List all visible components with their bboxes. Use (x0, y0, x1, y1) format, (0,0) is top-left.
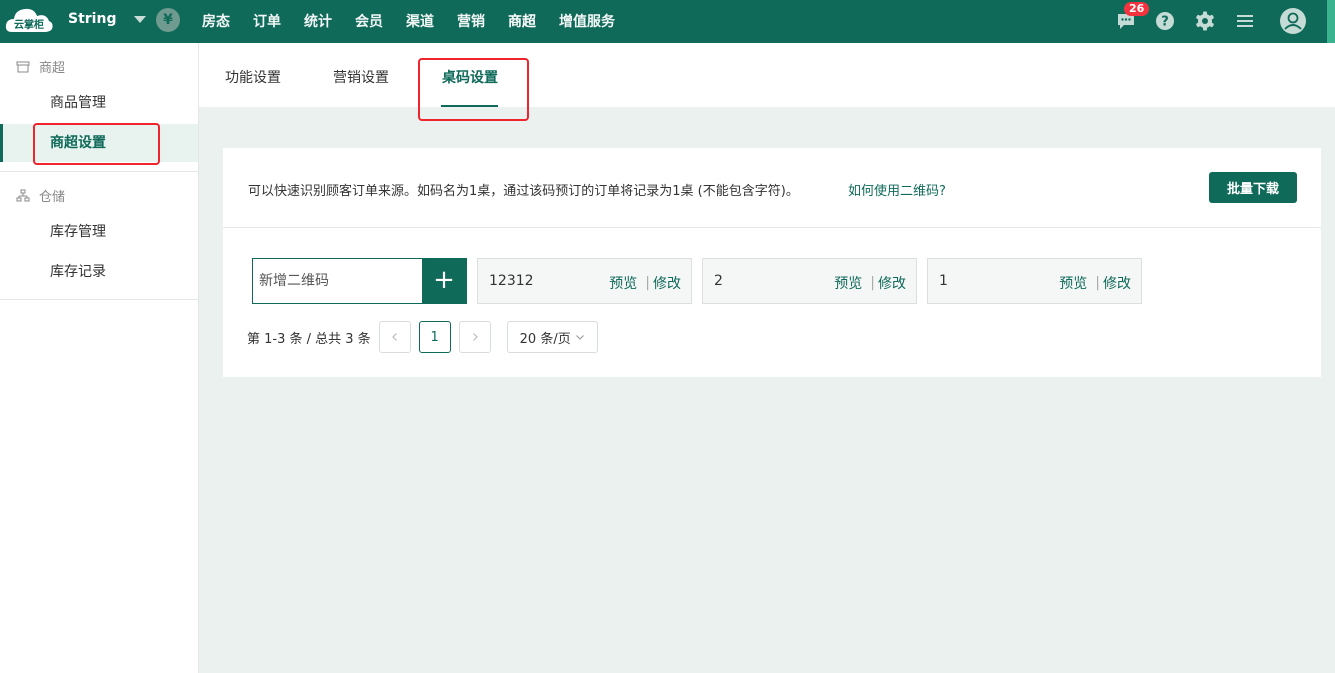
svg-text:?: ? (1161, 15, 1169, 30)
table-code-hint: 可以快速识别顾客订单来源。如码名为1桌，通过该码预订的订单将记录为1桌 (不能包… (248, 184, 799, 199)
sidebar-item-product-management[interactable]: 商品管理 (0, 84, 198, 122)
tab-marketing-settings[interactable]: 营销设置 (333, 67, 389, 87)
chevron-left-icon (391, 333, 397, 341)
batch-download-button[interactable]: 批量下载 (1209, 172, 1297, 203)
qr-code-item: 12312 预览 | 修改 (477, 258, 692, 304)
action-separator: | (870, 275, 875, 291)
currency-icon[interactable]: ¥ (156, 8, 180, 32)
preview-link[interactable]: 预览 (609, 273, 637, 293)
user-avatar-icon[interactable] (1279, 7, 1307, 35)
action-separator: | (1095, 275, 1100, 291)
qr-code-actions: 预览 | 修改 (1059, 273, 1131, 293)
store-icon (16, 61, 30, 72)
prev-page-button[interactable] (378, 321, 411, 353)
card-header: 可以快速识别顾客订单来源。如码名为1桌，通过该码预订的订单将记录为1桌 (不能包… (223, 148, 1321, 228)
qr-code-item: 1 预览 | 修改 (927, 258, 1142, 304)
page-size-value: 20 条/页 (519, 331, 571, 347)
qr-code-actions: 预览 | 修改 (609, 273, 681, 293)
sidebar-group-warehouse: 仓储 (15, 186, 65, 205)
sidebar-group-title: 仓储 (39, 190, 66, 205)
help-icon[interactable]: ? (1154, 10, 1176, 32)
edit-link[interactable]: 修改 (1103, 273, 1131, 293)
next-page-button[interactable] (458, 321, 491, 353)
message-count-badge: 26 (1124, 2, 1150, 16)
brand-logo[interactable]: 云掌柜 (4, 4, 54, 36)
nav-item-members[interactable]: 会员 (355, 11, 383, 31)
sidebar-divider (0, 299, 198, 300)
qr-code-item: 2 预览 | 修改 (702, 258, 917, 304)
store-switcher[interactable]: String (68, 11, 147, 27)
add-qr-code-button[interactable]: + (422, 259, 466, 303)
sidebar-group-supermarket: 商超 (15, 57, 65, 76)
qr-help-link[interactable]: 如何使用二维码? (848, 180, 946, 199)
menu-icon[interactable] (1234, 10, 1256, 32)
sidebar-group-title: 商超 (39, 61, 66, 76)
main-nav: 房态 订单 统计 会员 渠道 营销 商超 增值服务 (202, 11, 638, 31)
edit-link[interactable]: 修改 (653, 273, 681, 293)
page-size-select[interactable]: 20 条/页 (506, 321, 598, 353)
side-panel-tab[interactable] (1327, 0, 1335, 43)
brand-logo-text: 云掌柜 (14, 18, 44, 31)
sidebar-item-inventory-management[interactable]: 库存管理 (0, 213, 198, 251)
warehouse-icon (16, 189, 30, 201)
add-qr-code-box: + (252, 258, 467, 304)
sidebar-item-inventory-records[interactable]: 库存记录 (0, 253, 198, 291)
gear-icon[interactable] (1194, 10, 1216, 32)
sidebar-item-supermarket-settings[interactable]: 商超设置 (0, 124, 198, 162)
qr-code-name: 2 (714, 273, 723, 289)
settings-tabs: 功能设置 营销设置 桌码设置 (199, 43, 1335, 107)
qr-code-name: 1 (939, 273, 948, 289)
top-bar: 云掌柜 String ¥ 房态 订单 统计 会员 渠道 营销 商超 增值服务 2… (0, 0, 1335, 43)
preview-link[interactable]: 预览 (1059, 273, 1087, 293)
nav-item-orders[interactable]: 订单 (253, 11, 281, 31)
sidebar-divider (0, 171, 198, 172)
nav-item-statistics[interactable]: 统计 (304, 11, 332, 31)
sidebar: 商超 商品管理 商超设置 仓储 库存管理 库存记录 (0, 43, 199, 673)
pagination: 第 1-3 条 / 总共 3 条 1 20 条/页 (247, 321, 598, 353)
nav-item-supermarket[interactable]: 商超 (508, 11, 536, 31)
nav-item-room-status[interactable]: 房态 (202, 11, 230, 31)
table-code-card: 可以快速识别顾客订单来源。如码名为1桌，通过该码预订的订单将记录为1桌 (不能包… (223, 148, 1321, 377)
edit-link[interactable]: 修改 (878, 273, 906, 293)
nav-item-marketing[interactable]: 营销 (457, 11, 485, 31)
nav-item-value-added[interactable]: 增值服务 (559, 11, 615, 31)
pagination-summary: 第 1-3 条 / 总共 3 条 (247, 331, 371, 347)
qr-code-name: 12312 (489, 273, 534, 289)
chevron-right-icon (472, 333, 478, 341)
tab-table-code-settings[interactable]: 桌码设置 (442, 67, 498, 87)
action-separator: | (645, 275, 650, 291)
store-name: String (68, 11, 117, 27)
tab-function-settings[interactable]: 功能设置 (225, 67, 281, 87)
page-number-button[interactable]: 1 (418, 321, 451, 353)
chevron-down-icon (134, 15, 147, 23)
new-qr-code-input[interactable] (253, 259, 423, 303)
qr-code-actions: 预览 | 修改 (834, 273, 906, 293)
preview-link[interactable]: 预览 (834, 273, 862, 293)
chevron-down-icon (575, 335, 584, 340)
nav-item-channels[interactable]: 渠道 (406, 11, 434, 31)
active-tab-indicator (441, 105, 498, 107)
